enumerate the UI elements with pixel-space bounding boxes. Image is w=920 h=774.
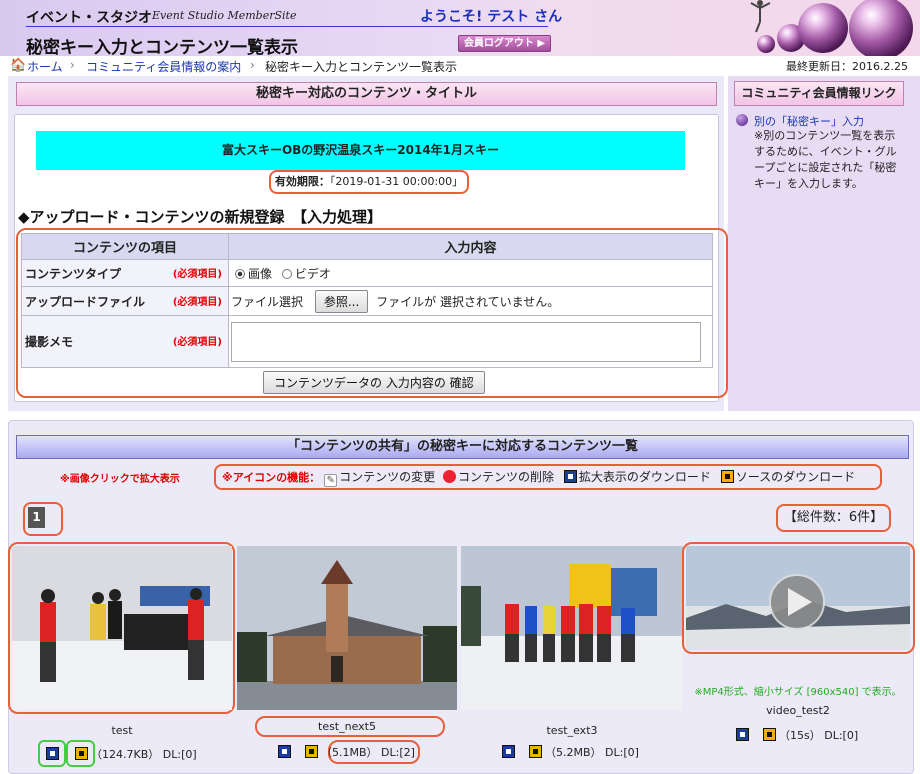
memo-textarea[interactable] <box>231 321 701 362</box>
expiry-value: 「2019-01-31 00:00:00」 <box>329 175 464 188</box>
required-mark: (必須項目) <box>172 296 222 308</box>
item-title: test_ext3 <box>546 724 598 737</box>
item-download-row: （5.2MB） DL:[0] <box>502 744 639 760</box>
memo-cell <box>228 315 713 368</box>
upload-form-table: コンテンツの項目 入力内容 コンテンツタイプ (必須項目) 画像 ビデオ アップロ… <box>21 233 713 368</box>
home-icon: 🏠 <box>10 58 27 73</box>
expiry-box: 有効期限：「2019-01-31 00:00:00」 <box>269 170 469 194</box>
item-title: video_test2 <box>766 704 830 717</box>
sphere-small <box>757 35 775 53</box>
skater-figure <box>750 0 771 33</box>
total-count: 【総件数：6件】 <box>776 504 891 532</box>
play-arrow-icon: ▶ <box>537 38 546 49</box>
last-updated: 最終更新日：2016.2.25 <box>786 60 908 73</box>
header-decoration <box>750 0 913 56</box>
page-title: 秘密キー入力とコンテンツ一覧表示 <box>26 38 298 58</box>
item-download-row: （124.7KB） DL:[0] <box>46 746 197 762</box>
radio-video-label: ビデオ <box>294 266 331 281</box>
pencil-icon: ✎ <box>324 474 338 487</box>
download-enlarged-icon[interactable] <box>502 745 515 758</box>
item-download-row: （15s） DL:[0] <box>736 727 858 743</box>
memo-label-cell: 撮影メモ (必須項目) <box>21 315 229 368</box>
content-type-label-cell: コンテンツタイプ (必須項目) <box>21 259 229 287</box>
breadcrumb-community[interactable]: コミュニティ会員情報の案内 <box>86 58 241 75</box>
download-source-icon[interactable] <box>528 745 542 758</box>
download-enlarged-icon[interactable] <box>736 728 749 741</box>
download-source-icon[interactable] <box>304 745 318 758</box>
file-status: ファイルが 選択されていません。 <box>376 294 560 309</box>
upload-file-cell: ファイル選択 参照... ファイルが 選択されていません。 <box>228 286 713 316</box>
legend-download-source: ソースのダウンロード <box>735 470 856 484</box>
download-source-icon[interactable] <box>762 728 776 741</box>
expiry-label: 有効期限： <box>274 175 330 188</box>
content-type-cell: 画像 ビデオ <box>228 259 713 287</box>
sidebar-description: ※別のコンテンツ一覧を表示するために、イベント・グループごとに設定された「秘密キ… <box>754 129 897 190</box>
secret-key-link[interactable]: 別の「秘密キー」入力 <box>754 113 864 129</box>
item-size: （5.2MB） <box>545 746 602 759</box>
delete-icon <box>443 470 456 483</box>
download-source-icon <box>720 470 734 483</box>
required-mark: (必須項目) <box>172 268 222 280</box>
sidebar-title: コミュニティ会員情報リンク <box>734 81 904 106</box>
logout-label: 会員ログアウト <box>463 38 534 49</box>
file-choose-label: ファイル選択 <box>231 294 304 309</box>
item-dl-count: DL:[0] <box>605 746 639 759</box>
bullet-icon <box>736 114 748 126</box>
site-name-en: Event Studio MemberSite <box>152 9 297 22</box>
share-title: 「コンテンツの共有」の秘密キーに対応するコンテンツ一覧 <box>16 435 909 459</box>
event-title: 富大スキーOBの野沢温泉スキー2014年1月スキー <box>36 131 685 170</box>
thumbnail-test-ext3[interactable] <box>461 546 683 710</box>
browse-button[interactable]: 参照... <box>314 289 369 313</box>
sphere-right-large <box>849 0 913 56</box>
radio-video[interactable] <box>281 268 292 279</box>
required-mark: (必須項目) <box>172 337 222 348</box>
thumbnail-test-next5[interactable] <box>237 546 457 710</box>
section-title: 秘密キー対応のコンテンツ・タイトル <box>16 82 717 106</box>
video-note: ※MP4形式、縮小サイズ [960x540] で表示。 <box>694 687 902 698</box>
download-enlarged-icon <box>563 470 577 483</box>
thumbnail-test[interactable] <box>12 546 232 710</box>
radio-image[interactable] <box>235 268 245 279</box>
welcome-message: ようこそ! テスト さん <box>420 9 563 25</box>
upload-file-label-cell: アップロードファイル (必須項目) <box>21 286 229 316</box>
item-dl-count: DL:[2] <box>381 746 415 759</box>
legend-download-enlarged: 拡大表示のダウンロード <box>578 470 711 484</box>
click-note: ※画像クリックで拡大表示 <box>60 474 180 485</box>
icon-legend: ※アイコンの機能： ✎ コンテンツの変更 コンテンツの削除 拡大表示のダウンロード … <box>214 464 882 490</box>
item-dl-count: DL:[0] <box>824 729 859 742</box>
site-name: イベント・スタジオ <box>26 10 152 26</box>
col-header-item: コンテンツの項目 <box>21 233 229 260</box>
legend-label: ※アイコンの機能： <box>222 471 321 484</box>
thumbnail-video-test2[interactable] <box>686 546 910 650</box>
item-title: test <box>111 724 133 737</box>
content-type-label: コンテンツタイプ <box>25 266 122 281</box>
item-size: （15s） <box>779 729 821 742</box>
upload-file-label: アップロードファイル <box>25 294 146 309</box>
radio-image-label: 画像 <box>248 266 273 281</box>
item-title: test_next5 <box>318 720 376 733</box>
legend-edit: コンテンツの変更 <box>339 470 436 484</box>
memo-label: 撮影メモ <box>25 335 74 349</box>
col-header-input: 入力内容 <box>228 233 713 260</box>
breadcrumb-current: 秘密キー入力とコンテンツ一覧表示 <box>265 60 458 74</box>
logout-button[interactable]: 会員ログアウト ▶ <box>458 35 551 52</box>
item-size: （5.1MB） <box>321 746 378 759</box>
chevron-right-icon: › <box>70 58 75 72</box>
confirm-button[interactable]: コンテンツデータの 入力内容の 確認 <box>263 371 485 394</box>
header-divider <box>26 26 548 27</box>
breadcrumb-home[interactable]: ホーム <box>27 58 63 75</box>
chevron-right-icon: › <box>250 58 255 72</box>
download-enlarged-icon[interactable] <box>278 745 291 758</box>
download-enlarged-icon[interactable] <box>46 747 59 760</box>
upload-heading: ◆アップロード・コンテンツの新規登録 【入力処理】 <box>18 208 383 226</box>
item-dl-count: DL:[0] <box>162 748 197 761</box>
item-size: （124.7KB） <box>91 748 160 761</box>
page-number[interactable]: 1 <box>28 507 45 528</box>
item-download-row: （5.1MB） DL:[2] <box>278 744 415 760</box>
legend-delete: コンテンツの削除 <box>458 470 555 484</box>
sphere-left-large <box>798 3 848 53</box>
download-source-icon[interactable] <box>74 747 88 760</box>
